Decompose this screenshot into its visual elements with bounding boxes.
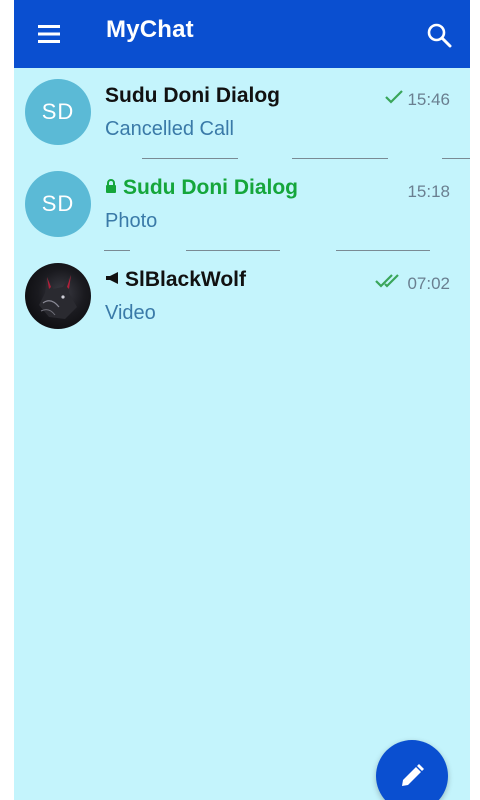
app-bar: MyChat (14, 0, 470, 68)
divider (186, 250, 280, 251)
chat-preview: Video (105, 302, 156, 324)
chat-item[interactable]: SD Sudu Doni Dialog Photo 15:18 (14, 160, 470, 252)
read-double-check-icon (375, 274, 399, 288)
avatar: SD (25, 171, 91, 237)
chat-preview: Photo (105, 210, 158, 232)
hamburger-menu-icon[interactable] (36, 22, 64, 46)
chat-name-secret: Sudu Doni Dialog (105, 176, 298, 200)
chat-list-screen: MyChat SD Sudu Doni Dialog Cancelled Cal… (14, 0, 470, 800)
compose-button[interactable] (376, 740, 448, 800)
divider (442, 158, 470, 159)
chat-name: SlBlackWolf (125, 268, 246, 291)
chat-time: 07:02 (407, 274, 450, 293)
chat-time: 15:18 (407, 182, 450, 201)
chat-preview: Cancelled Call (105, 118, 234, 140)
avatar: SD (25, 79, 91, 145)
chat-item[interactable]: SD Sudu Doni Dialog Cancelled Call 15:46 (14, 68, 470, 160)
divider (336, 250, 430, 251)
pencil-icon (402, 764, 424, 786)
sent-check-icon (385, 90, 403, 104)
chat-name: Sudu Doni Dialog (123, 176, 298, 199)
search-icon[interactable] (426, 22, 452, 48)
chat-name: Sudu Doni Dialog (105, 84, 280, 107)
megaphone-icon (106, 272, 118, 285)
wolf-avatar-icon (39, 275, 77, 319)
lock-icon (106, 179, 116, 194)
divider (104, 250, 130, 251)
app-title: MyChat (106, 16, 194, 43)
chat-item[interactable]: SlBlackWolf Video 07:02 (14, 252, 470, 344)
chat-time: 15:46 (407, 90, 450, 109)
divider (142, 158, 238, 159)
avatar-image (25, 263, 91, 329)
chat-name-channel: SlBlackWolf (105, 268, 246, 292)
divider (292, 158, 388, 159)
